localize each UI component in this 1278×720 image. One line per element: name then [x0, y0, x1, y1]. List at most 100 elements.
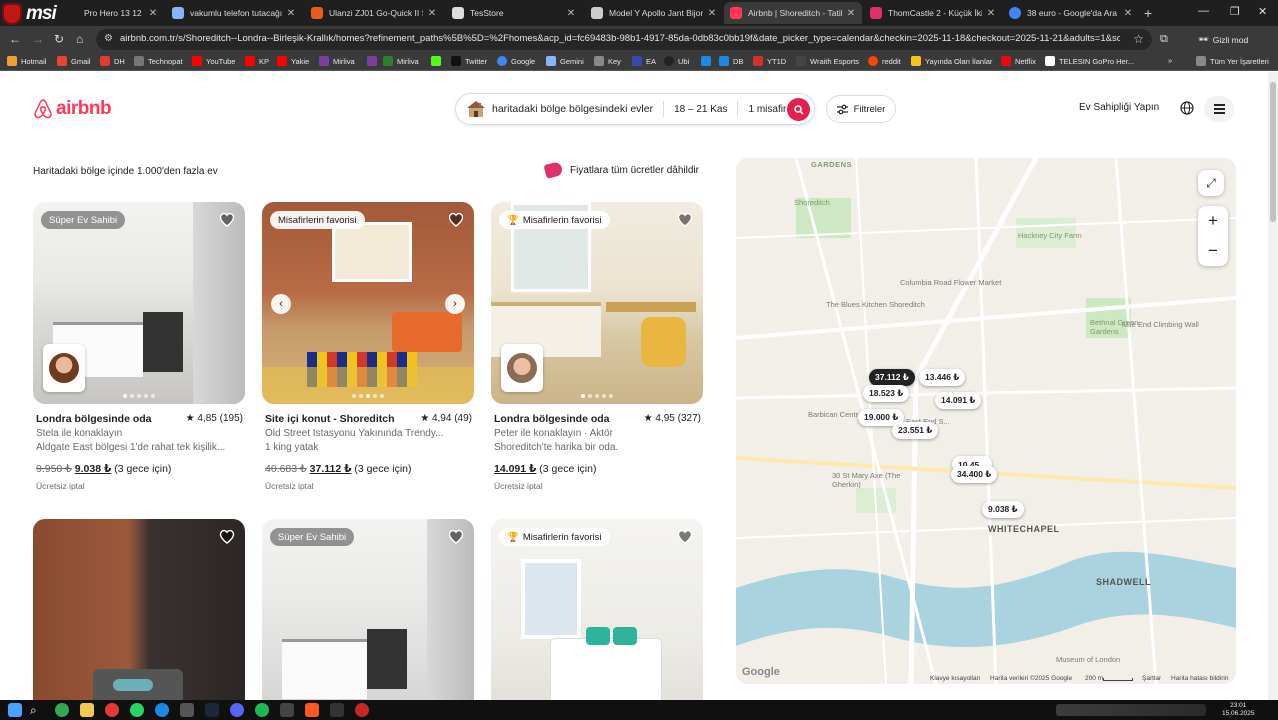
bookmark-item[interactable]: DB [719, 56, 743, 66]
system-tray[interactable] [1056, 704, 1206, 716]
listing-card[interactable]: Misafirlerin favorisi ‹ › Site içi konut… [262, 202, 474, 491]
bookmark-item[interactable] [701, 56, 715, 66]
site-info-icon[interactable]: ⚙ [104, 33, 113, 44]
bookmark-item[interactable]: Technopat [134, 56, 183, 66]
bookmark-item[interactable]: TELESIN GoPro Her... [1045, 56, 1134, 66]
page-scrollbar[interactable] [1268, 72, 1278, 700]
airbnb-logo[interactable]: airbnb [32, 98, 112, 120]
bookmark-item[interactable]: Ubi [664, 56, 689, 66]
previous-photo-button[interactable]: ‹ [271, 294, 291, 314]
app-icon[interactable] [280, 703, 294, 717]
heart-icon[interactable] [677, 212, 693, 228]
filters-button[interactable]: Filtreler [826, 95, 896, 123]
bookmark-item[interactable] [367, 56, 381, 66]
search-location[interactable]: haritadaki bölge bölgesindeki evler [492, 103, 653, 115]
browser-tab[interactable]: Model Y Apollo Jant Bijon K ✕ [585, 2, 723, 24]
map-price-pin[interactable]: 37.112 ₺ [869, 369, 915, 386]
close-tab-icon[interactable]: ✕ [427, 8, 437, 19]
bookmark-item[interactable]: Gmail [57, 56, 91, 66]
search-guests[interactable]: 1 misafir [748, 104, 786, 115]
bookmark-item[interactable] [431, 56, 445, 66]
bookmark-item[interactable]: Yakie [277, 56, 309, 66]
browser-tab[interactable]: ThomCastle 2 - Küçük İkiz S✕ [864, 2, 1002, 24]
map-price-pin[interactable]: 34.400 ₺ [951, 466, 998, 483]
taskbar-clock[interactable]: 23:01 15.06.2025 [1222, 702, 1255, 718]
reload-icon[interactable]: ↻ [54, 32, 64, 46]
listing-photo[interactable]: 🏆 Misafirlerin favorisi [491, 202, 703, 404]
spotify-icon[interactable] [255, 703, 269, 717]
file-explorer-icon[interactable] [80, 703, 94, 717]
heart-icon[interactable] [219, 529, 235, 545]
bookmark-item[interactable]: Mirliva [383, 56, 419, 66]
close-window-button[interactable]: ✕ [1258, 5, 1267, 18]
steam-icon[interactable] [205, 703, 219, 717]
scrollbar-thumb[interactable] [1270, 82, 1276, 222]
app-icon[interactable] [355, 703, 369, 717]
discord-icon[interactable] [230, 703, 244, 717]
start-icon[interactable] [8, 703, 22, 717]
bookmark-item[interactable]: reddit [868, 56, 901, 66]
bookmark-item[interactable]: Hotmail [7, 56, 46, 66]
globe-icon[interactable] [1180, 101, 1194, 115]
next-photo-button[interactable]: › [445, 294, 465, 314]
listing-card[interactable] [33, 519, 245, 700]
close-tab-icon[interactable]: ✕ [1123, 8, 1133, 19]
browser-tab-active[interactable]: Airbnb | Shoreditch - Tatil Ar✕ [724, 2, 862, 24]
extensions-icon[interactable]: ⧉ [1160, 33, 1168, 46]
app-icon[interactable] [180, 703, 194, 717]
app-icon[interactable] [330, 703, 344, 717]
listing-card[interactable]: 🏆 Misafirlerin favorisi Londra bölgesinde… [491, 202, 703, 491]
close-tab-icon[interactable]: ✕ [846, 8, 856, 19]
search-button[interactable] [787, 98, 810, 121]
incognito-indicator[interactable]: 🕶 Gizli mod [1190, 30, 1257, 49]
opera-icon[interactable] [105, 703, 119, 717]
become-host-link[interactable]: Ev Sahipliği Yapın [1079, 102, 1159, 113]
heart-icon[interactable] [677, 529, 693, 545]
all-bookmarks[interactable]: Tüm Yer İşaretleri [1196, 56, 1269, 66]
keyboard-shortcuts-link[interactable]: Klavye kısayolları [930, 675, 981, 682]
zoom-out-button[interactable]: − [1198, 236, 1228, 266]
listing-photo[interactable]: 🏆 Misafirlerin favorisi [491, 519, 703, 700]
browser-tab[interactable]: Ulanzi ZJ01 Go-Quick II Suct✕ [305, 2, 443, 24]
bookmark-item[interactable]: Gemini [546, 56, 584, 66]
browser-tab[interactable]: TesStore ✕ [446, 2, 582, 24]
listing-photo[interactable]: Süper Ev Sahibi [262, 519, 474, 700]
whatsapp-icon[interactable] [130, 703, 144, 717]
zoom-in-button[interactable]: + [1198, 206, 1228, 236]
map-price-pin[interactable]: 23.551 ₺ [892, 422, 939, 439]
address-bar[interactable]: ⚙ airbnb.com.tr/s/Shoreditch--Londra--Bi… [96, 29, 1152, 50]
search-icon[interactable]: ⌕ [30, 703, 44, 717]
map-price-pin[interactable]: 13.446 ₺ [919, 369, 966, 386]
bookmark-item[interactable]: Wraith Esports [796, 56, 859, 66]
bookmark-item[interactable]: EA [632, 56, 656, 66]
report-map-error-link[interactable]: Harita hatası bildirin [1171, 675, 1228, 682]
heart-icon[interactable] [448, 529, 464, 545]
maximize-button[interactable]: ❐ [1230, 5, 1240, 18]
terms-link[interactable]: Şartlar [1142, 675, 1161, 682]
app-icon[interactable] [155, 703, 169, 717]
listing-card[interactable]: 🏆 Misafirlerin favorisi [491, 519, 703, 700]
browser-tab[interactable]: vakumlu telefon tutacağı - G✕ [166, 2, 302, 24]
fullscreen-map-button[interactable]: ⤢ [1198, 170, 1224, 196]
listing-price[interactable]: 14.091 ₺ (3 gece için) [494, 463, 596, 475]
close-tab-icon[interactable]: ✕ [566, 8, 576, 19]
heart-icon[interactable] [219, 212, 235, 228]
bookmark-item[interactable]: KP [245, 56, 269, 66]
close-tab-icon[interactable]: ✕ [707, 8, 717, 19]
chrome-icon[interactable] [55, 703, 69, 717]
bookmark-item[interactable]: YT1D [753, 56, 786, 66]
map-price-pin[interactable]: 9.038 ₺ [982, 501, 1024, 518]
bookmark-item[interactable]: DH [100, 56, 125, 66]
bookmark-folder[interactable]: Key [594, 56, 621, 66]
bookmark-item[interactable]: Twitter [451, 56, 487, 66]
listing-price[interactable]: 9.950 ₺ 9.038 ₺ (3 gece için) [36, 463, 171, 475]
close-tab-icon[interactable]: ✕ [286, 8, 296, 19]
google-logo[interactable]: Google [742, 666, 780, 678]
price-note[interactable]: Fiyatlara tüm ücretler dâhildir [543, 161, 699, 179]
bookmark-item[interactable]: YouTube [192, 56, 235, 66]
new-tab-button[interactable]: + [1144, 5, 1152, 21]
bookmark-star-icon[interactable]: ☆ [1133, 32, 1144, 46]
bookmark-item[interactable]: Netflix [1001, 56, 1036, 66]
forward-icon[interactable]: → [32, 32, 44, 46]
map-price-pin[interactable]: 14.091 ₺ [935, 392, 982, 409]
